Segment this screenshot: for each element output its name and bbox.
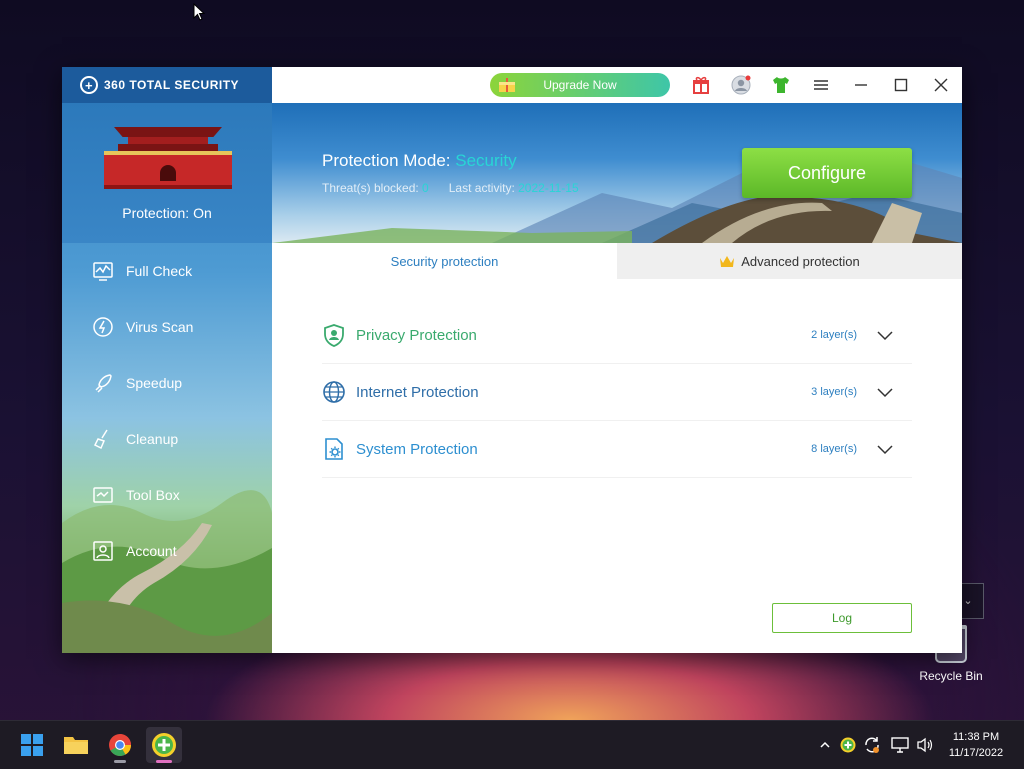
taskbar: 11:38 PM 11/17/2022 — [0, 720, 1024, 769]
clock-date: 11/17/2022 — [948, 747, 1004, 759]
sidebar-item-label: Virus Scan — [126, 319, 194, 335]
hero-banner: Protection Mode: Security Threat(s) bloc… — [272, 103, 962, 243]
protection-stats: Threat(s) blocked: 0 Last activity: 2022… — [322, 181, 579, 195]
layer-count: 8 layer(s) — [811, 443, 857, 455]
threats-label: Threat(s) blocked: — [322, 181, 419, 195]
sidebar-item-label: Cleanup — [126, 431, 179, 447]
mouse-cursor-icon — [193, 3, 205, 21]
sidebar-item-virus-scan[interactable]: Virus Scan — [62, 299, 272, 355]
sidebar-item-full-check[interactable]: Full Check — [62, 243, 272, 299]
protection-status: Protection: On — [122, 205, 212, 221]
protection-mode: Protection Mode: Security — [322, 151, 517, 171]
recycle-bin-label: Recycle Bin — [919, 669, 983, 683]
protection-name: System Protection — [356, 440, 478, 458]
protection-name: Internet Protection — [356, 383, 479, 401]
clock-time: 11:38 PM — [952, 731, 1000, 743]
last-activity-label: Last activity: — [448, 181, 515, 195]
shield-user-icon — [322, 323, 346, 347]
system-gear-icon — [322, 437, 346, 461]
sync-icon[interactable] — [862, 735, 882, 755]
tshirt-skin-icon[interactable] — [770, 74, 792, 96]
chevron-down-icon[interactable] — [876, 383, 894, 401]
tab-label: Advanced protection — [741, 253, 860, 269]
sidebar-item-speedup[interactable]: Speedup — [62, 355, 272, 411]
chevron-up-icon[interactable] — [815, 735, 835, 755]
sidebar-item-toolbox[interactable]: Tool Box — [62, 467, 272, 523]
menu-icon[interactable] — [810, 74, 832, 96]
layer-count: 2 layer(s) — [811, 329, 857, 341]
brand-header: + 360 TOTAL SECURITY — [62, 67, 272, 103]
sidebar-item-label: Full Check — [126, 263, 193, 279]
threats-value: 0 — [422, 181, 429, 195]
protection-mode-label: Protection Mode: — [322, 151, 451, 170]
chevron-down-icon[interactable] — [876, 440, 894, 458]
protection-tabs: Security protection Advanced protection — [272, 243, 962, 279]
tab-advanced-protection[interactable]: Advanced protection — [617, 243, 962, 279]
upgrade-now-button[interactable]: Upgrade Now — [490, 73, 670, 97]
network-icon[interactable] — [890, 735, 910, 755]
running-indicator — [114, 760, 126, 763]
app-window: + 360 TOTAL SECURITY Protection: On Full… — [62, 67, 962, 653]
account-icon — [92, 540, 114, 562]
layer-count: 3 layer(s) — [811, 386, 857, 398]
sidebar-item-label: Account — [126, 543, 177, 559]
system-clock[interactable]: 11:38 PM 11/17/2022 — [936, 729, 1016, 761]
minimize-icon[interactable] — [850, 74, 872, 96]
toolbox-icon — [92, 484, 114, 506]
tab-label: Security protection — [390, 253, 499, 269]
sidebar-item-cleanup[interactable]: Cleanup — [62, 411, 272, 467]
internet-protection-row[interactable]: Internet Protection 3 layer(s) — [322, 364, 912, 421]
file-explorer-button[interactable] — [58, 727, 94, 763]
configure-button[interactable]: Configure — [742, 148, 912, 198]
globe-icon — [322, 380, 346, 404]
chrome-button[interactable] — [102, 727, 138, 763]
chevron-down-icon[interactable] — [876, 326, 894, 344]
gift-icon — [499, 78, 515, 92]
logo-plus-icon: + — [80, 76, 98, 94]
last-activity-value: 2022-11-15 — [518, 181, 579, 195]
windows-logo-icon — [21, 734, 43, 756]
360-tray-icon[interactable] — [838, 735, 858, 755]
log-button[interactable]: Log — [772, 603, 912, 633]
start-button[interactable] — [14, 727, 50, 763]
gate-illustration-icon — [104, 127, 232, 189]
maximize-icon[interactable] — [890, 74, 912, 96]
rocket-icon — [92, 372, 114, 394]
user-avatar-icon[interactable] — [730, 74, 752, 96]
protection-name: Privacy Protection — [356, 326, 477, 344]
running-indicator — [156, 760, 172, 763]
gift-box-icon[interactable] — [690, 74, 712, 96]
sidebar: + 360 TOTAL SECURITY Protection: On Full… — [62, 67, 272, 653]
sidebar-item-label: Speedup — [126, 375, 183, 391]
sidebar-nav: Full Check Virus Scan Speedup Cleanup To… — [62, 243, 272, 579]
privacy-protection-row[interactable]: Privacy Protection 2 layer(s) — [322, 307, 912, 364]
tab-security-protection[interactable]: Security protection — [272, 243, 617, 279]
virus-scan-icon — [92, 316, 114, 338]
sidebar-item-account[interactable]: Account — [62, 523, 272, 579]
system-protection-row[interactable]: System Protection 8 layer(s) — [322, 421, 912, 478]
protection-mode-value[interactable]: Security — [455, 151, 516, 170]
protection-status-panel — [62, 103, 272, 243]
brand-name: 360 TOTAL SECURITY — [104, 78, 240, 92]
broom-icon — [92, 428, 114, 450]
close-icon[interactable] — [930, 74, 952, 96]
360-security-taskbar-button[interactable] — [146, 727, 182, 763]
full-check-icon — [92, 260, 114, 282]
speaker-icon[interactable] — [915, 735, 935, 755]
chrome-icon — [109, 734, 131, 756]
360-security-icon — [152, 733, 176, 757]
sidebar-item-label: Tool Box — [126, 487, 180, 503]
folder-icon — [64, 737, 88, 754]
upgrade-label: Upgrade Now — [543, 78, 617, 92]
crown-icon — [720, 255, 735, 267]
title-bar: Upgrade Now — [272, 67, 962, 103]
protection-list: Privacy Protection 2 layer(s) Internet P… — [322, 307, 912, 478]
